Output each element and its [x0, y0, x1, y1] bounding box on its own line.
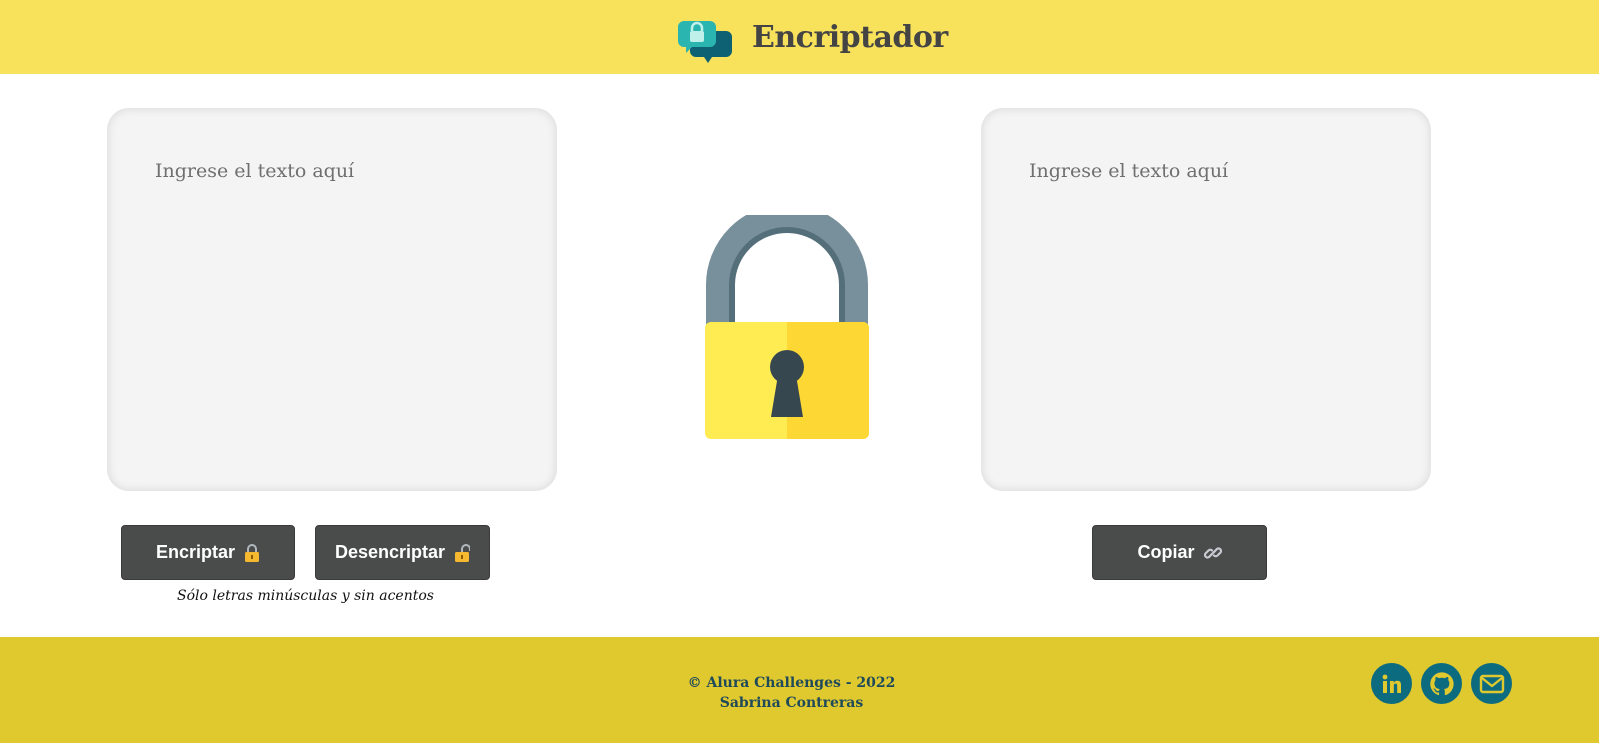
padlock-icon — [705, 215, 869, 439]
copyright-text: © Alura Challenges - 2022 — [687, 675, 896, 691]
decrypt-button[interactable]: Desencriptar — [315, 525, 490, 580]
input-textarea[interactable] — [107, 108, 557, 491]
link-icon — [1203, 546, 1222, 559]
lock-open-icon — [455, 543, 471, 562]
output-textarea[interactable] — [981, 108, 1431, 491]
author-text: Sabrina Contreras — [719, 695, 864, 711]
app-footer: © Alura Challenges - 2022 Sabrina Contre… — [0, 637, 1599, 743]
input-hint: Sólo letras minúsculas y sin acentos — [177, 588, 434, 604]
encrypt-button[interactable]: Encriptar — [121, 525, 295, 580]
app-header: Encriptador — [0, 0, 1599, 74]
decrypt-button-label: Desencriptar — [334, 542, 446, 562]
copy-button-label: Copiar — [1137, 542, 1195, 562]
github-icon[interactable] — [1421, 663, 1462, 704]
email-icon[interactable] — [1471, 663, 1512, 704]
lock-closed-icon — [245, 543, 260, 562]
copy-button[interactable]: Copiar — [1092, 525, 1267, 580]
footer-credits: © Alura Challenges - 2022 Sabrina Contre… — [0, 673, 1583, 713]
encrypt-button-label: Encriptar — [155, 542, 236, 562]
app-title: Encriptador — [752, 20, 948, 55]
chat-lock-icon — [678, 21, 732, 63]
linkedin-icon[interactable] — [1371, 663, 1412, 704]
